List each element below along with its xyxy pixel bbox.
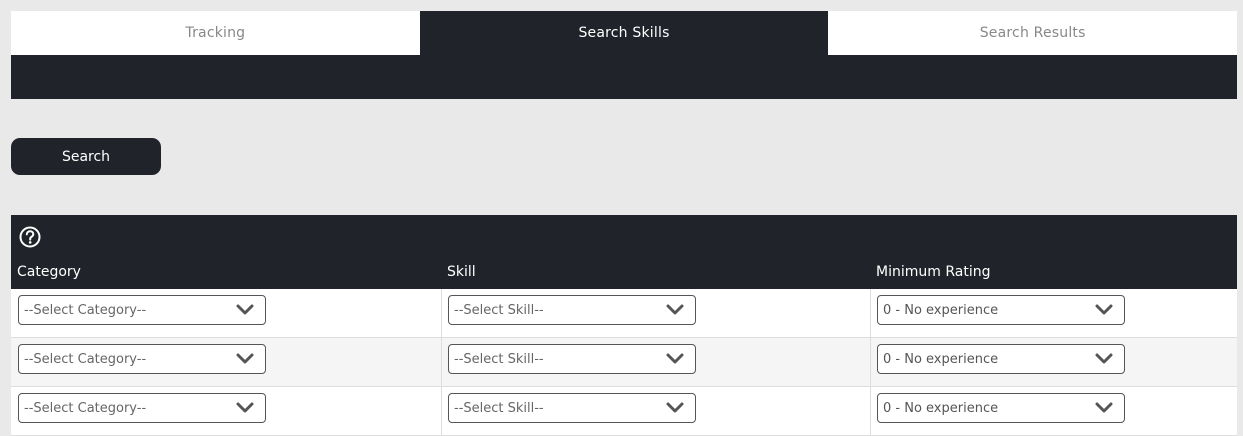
category-select-value: --Select Category-- [24,401,147,416]
column-header-category: Category [17,264,81,280]
chevron-down-icon [666,304,684,315]
chevron-down-icon [666,353,684,364]
skill-cell: --Select Skill-- [441,338,871,386]
category-cell: --Select Category-- [11,338,441,386]
table-row: --Select Category-- --Select Skill-- 0 -… [11,387,1237,436]
skill-select[interactable]: --Select Skill-- [448,344,696,374]
category-cell: --Select Category-- [11,289,441,337]
category-cell: --Select Category-- [11,387,441,435]
tab-search-results[interactable]: Search Results [828,11,1237,55]
rating-cell: 0 - No experience [870,387,1238,435]
rating-cell: 0 - No experience [870,289,1238,337]
table-header: Category Skill Minimum Rating [11,215,1237,289]
skill-cell: --Select Skill-- [441,387,871,435]
category-select-value: --Select Category-- [24,352,147,367]
category-select[interactable]: --Select Category-- [18,295,266,325]
skill-select-value: --Select Skill-- [454,352,544,367]
search-button[interactable]: Search [11,138,161,175]
skill-cell: --Select Skill-- [441,289,871,337]
chevron-down-icon [1095,402,1113,413]
minimum-rating-select[interactable]: 0 - No experience [877,344,1125,374]
skill-select[interactable]: --Select Skill-- [448,295,696,325]
tab-tracking[interactable]: Tracking [11,11,420,55]
chevron-down-icon [666,402,684,413]
category-select[interactable]: --Select Category-- [18,344,266,374]
minimum-rating-select-value: 0 - No experience [883,401,999,416]
chevron-down-icon [236,304,254,315]
table-row: --Select Category-- --Select Skill-- 0 -… [11,338,1237,387]
tab-search-skills[interactable]: Search Skills [419,11,829,55]
tab-bar: Tracking Search Skills Search Results [11,11,1237,55]
chevron-down-icon [1095,353,1113,364]
chevron-down-icon [236,353,254,364]
minimum-rating-select[interactable]: 0 - No experience [877,295,1125,325]
rating-cell: 0 - No experience [870,338,1238,386]
category-select-value: --Select Category-- [24,303,147,318]
skills-filter-table: Category Skill Minimum Rating --Select C… [11,215,1237,436]
column-header-minimum-rating: Minimum Rating [876,264,991,280]
category-select[interactable]: --Select Category-- [18,393,266,423]
chevron-down-icon [236,402,254,413]
sub-header-bar [11,55,1237,99]
skill-select-value: --Select Skill-- [454,401,544,416]
minimum-rating-select-value: 0 - No experience [883,303,999,318]
skill-select[interactable]: --Select Skill-- [448,393,696,423]
skill-select-value: --Select Skill-- [454,303,544,318]
chevron-down-icon [1095,304,1113,315]
minimum-rating-select[interactable]: 0 - No experience [877,393,1125,423]
column-header-skill: Skill [447,264,476,280]
minimum-rating-select-value: 0 - No experience [883,352,999,367]
help-icon[interactable] [19,226,41,248]
table-row: --Select Category-- --Select Skill-- 0 -… [11,289,1237,338]
